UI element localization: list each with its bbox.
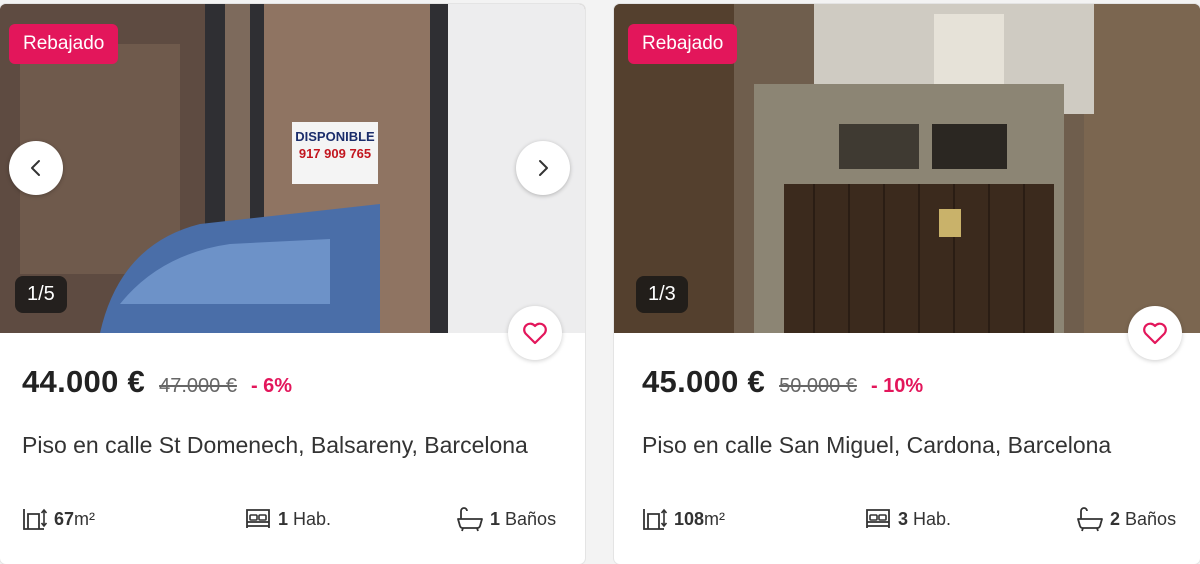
listing-title[interactable]: Piso en calle San Miguel, Cardona, Barce… bbox=[642, 432, 1111, 459]
rooms-value: 1 bbox=[278, 508, 289, 529]
favorite-button[interactable] bbox=[508, 306, 562, 360]
listing-card-2[interactable]: Rebajado 1/3 45.000 € 50.000 € - 10% Pis… bbox=[614, 4, 1200, 564]
listing-features: 67m² 1 Hab. 1 Baños bbox=[22, 506, 562, 536]
bathtub-icon bbox=[457, 507, 483, 532]
discount-percent: - 6% bbox=[250, 375, 293, 397]
next-photo-button[interactable] bbox=[516, 141, 570, 195]
feature-baths: 2 Baños bbox=[1076, 506, 1176, 532]
area-unit: m² bbox=[74, 508, 96, 529]
heart-icon bbox=[1143, 322, 1167, 345]
bathtub-icon bbox=[1077, 507, 1103, 532]
area-value: 67 bbox=[54, 508, 75, 529]
baths-value: 1 bbox=[490, 508, 501, 529]
feature-area: 67m² bbox=[22, 506, 95, 532]
old-price: 47.000 € bbox=[159, 375, 237, 397]
chevron-right-icon bbox=[539, 160, 548, 176]
price-row: 44.000 € 47.000 € - 6% bbox=[22, 364, 292, 400]
price-row: 45.000 € 50.000 € - 10% bbox=[642, 364, 923, 400]
area-unit: m² bbox=[704, 508, 726, 529]
old-price: 50.000 € bbox=[779, 375, 857, 397]
listing-title[interactable]: Piso en calle St Domenech, Balsareny, Ba… bbox=[22, 432, 528, 459]
baths-value: 2 bbox=[1110, 508, 1121, 529]
photo-counter: 1/5 bbox=[15, 276, 67, 313]
listing-features: 108m² 3 Hab. 2 Baños bbox=[642, 506, 1177, 536]
baths-unit: Baños bbox=[1125, 508, 1177, 529]
baths-unit: Baños bbox=[505, 508, 557, 529]
previous-photo-button[interactable] bbox=[9, 141, 63, 195]
feature-rooms: 3 Hab. bbox=[864, 506, 951, 532]
area-icon bbox=[643, 508, 668, 530]
heart-icon bbox=[523, 322, 547, 345]
current-price: 45.000 € bbox=[642, 364, 766, 399]
sign-text-2: 917 909 765 bbox=[299, 146, 371, 161]
listing-card-1[interactable]: DISPONIBLE 917 909 765 Rebajado 1/5 44.0… bbox=[0, 4, 585, 564]
bed-icon bbox=[246, 509, 270, 528]
discount-percent: - 10% bbox=[870, 375, 924, 397]
feature-baths: 1 Baños bbox=[456, 506, 556, 532]
chevron-left-icon bbox=[31, 160, 40, 176]
photo-counter: 1/3 bbox=[636, 276, 688, 313]
discount-badge: Rebajado bbox=[9, 24, 119, 64]
area-icon bbox=[23, 508, 48, 530]
current-price: 44.000 € bbox=[22, 364, 146, 399]
rooms-unit: Hab. bbox=[913, 508, 952, 529]
area-value: 108 bbox=[674, 508, 705, 529]
feature-area: 108m² bbox=[642, 506, 725, 532]
favorite-button[interactable] bbox=[1128, 306, 1182, 360]
rooms-unit: Hab. bbox=[293, 508, 332, 529]
bed-icon bbox=[866, 509, 890, 528]
rooms-value: 3 bbox=[898, 508, 909, 529]
feature-rooms: 1 Hab. bbox=[244, 506, 331, 532]
sign-text-1: DISPONIBLE bbox=[295, 129, 375, 144]
discount-badge: Rebajado bbox=[628, 24, 738, 64]
